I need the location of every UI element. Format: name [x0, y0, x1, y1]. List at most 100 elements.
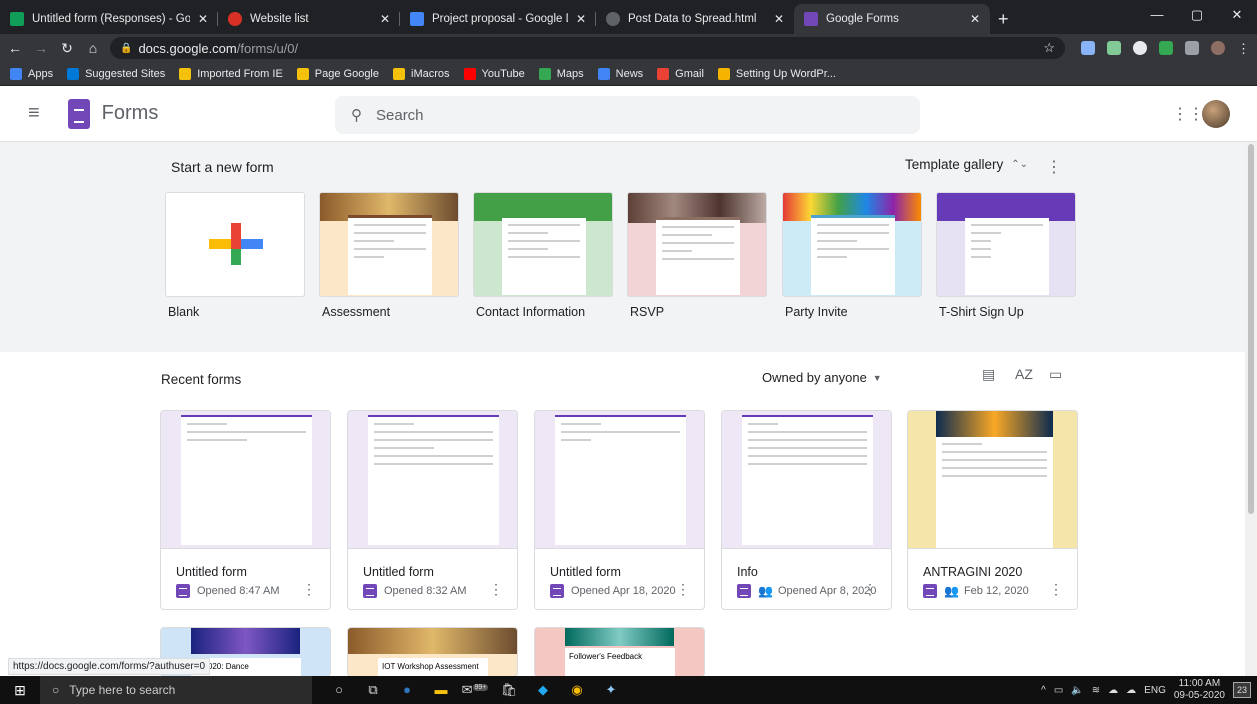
- back-icon[interactable]: ←: [4, 40, 26, 56]
- template-gallery-button[interactable]: Template gallery ⌃⌄: [905, 157, 1028, 172]
- bookmark-youtube[interactable]: YouTube: [463, 67, 525, 80]
- sheets-favicon: [10, 12, 24, 26]
- form-preview: [161, 411, 330, 549]
- search-box[interactable]: ⚲: [335, 96, 920, 134]
- browser-tab[interactable]: Project proposal - Google Docs ✕: [400, 4, 596, 34]
- page-scrollbar[interactable]: [1245, 142, 1257, 676]
- bookmark-maps[interactable]: Maps: [538, 67, 584, 80]
- recent-form-card[interactable]: Follower's Feedback: [534, 627, 705, 677]
- minimize-icon[interactable]: —: [1137, 0, 1177, 30]
- onedrive-icon[interactable]: ☁: [1108, 685, 1118, 696]
- file-explorer-icon[interactable]: ▬: [424, 682, 458, 698]
- template-tshirt-sign-up[interactable]: [936, 192, 1076, 297]
- recent-form-card[interactable]: Untitled form Opened Apr 18, 2020 ⋮: [534, 410, 705, 610]
- maximize-icon[interactable]: ▢: [1177, 0, 1217, 30]
- mail-app-icon[interactable]: ✉ 99+: [458, 682, 492, 698]
- bookmark-suggested-sites[interactable]: Suggested Sites: [67, 67, 165, 80]
- bookmark-apps[interactable]: Apps: [10, 67, 53, 80]
- volume-icon[interactable]: 🔈: [1071, 685, 1083, 696]
- list-view-icon[interactable]: ▤: [982, 366, 995, 383]
- more-options-icon[interactable]: ⋮: [489, 581, 503, 598]
- bookmark-gmail[interactable]: Gmail: [657, 67, 704, 80]
- browser-tab[interactable]: Untitled form (Responses) - Goo ✕: [0, 4, 218, 34]
- more-options-icon[interactable]: ⋮: [676, 581, 690, 598]
- notifications-icon[interactable]: 23: [1233, 682, 1251, 698]
- task-view-icon[interactable]: ⧉: [356, 682, 390, 698]
- store-icon[interactable]: 🛍: [492, 682, 526, 698]
- reload-icon[interactable]: ↻: [56, 40, 78, 57]
- edge-icon[interactable]: ●: [390, 682, 424, 698]
- chrome-icon[interactable]: ◉: [560, 682, 594, 698]
- close-tab-icon[interactable]: ✕: [970, 12, 980, 26]
- browser-tab-active[interactable]: Google Forms ✕: [794, 4, 990, 34]
- home-icon[interactable]: ⌂: [82, 40, 104, 56]
- bookmark-page-google[interactable]: Page Google: [296, 67, 379, 80]
- bookmark-imported-from-ie[interactable]: Imported From IE: [179, 67, 283, 80]
- lock-icon: 🔒: [120, 42, 133, 54]
- new-tab-button[interactable]: +: [998, 4, 1009, 34]
- unfold-icon: ⌃⌄: [1011, 159, 1029, 170]
- account-avatar[interactable]: [1202, 100, 1230, 128]
- vscode-icon[interactable]: ◆: [526, 682, 560, 698]
- form-name: Untitled form: [550, 565, 621, 579]
- taskbar-search[interactable]: ○ Type here to search: [40, 676, 312, 704]
- template-contact-information[interactable]: [473, 192, 613, 297]
- form-meta: 👥 Opened Apr 8, 2020: [737, 584, 876, 598]
- url-bar[interactable]: 🔒 docs.google.com/forms/u/0/ ☆: [110, 37, 1065, 59]
- forms-logo-icon[interactable]: [67, 98, 90, 129]
- section-title: Start a new form: [171, 159, 274, 175]
- language-indicator[interactable]: ENG: [1144, 685, 1166, 696]
- search-input[interactable]: [376, 106, 876, 124]
- bookmark-news[interactable]: News: [597, 67, 643, 80]
- wifi-icon[interactable]: ≋: [1092, 685, 1100, 696]
- extension-icon[interactable]: [1185, 41, 1199, 55]
- bookmark-setting-up-wordpress[interactable]: Setting Up WordPr...: [717, 67, 836, 80]
- close-tab-icon[interactable]: ✕: [576, 12, 586, 26]
- bookmark-imacros[interactable]: iMacros: [393, 67, 450, 80]
- cloud-icon[interactable]: ☁: [1126, 685, 1136, 696]
- windows-start-icon[interactable]: ⊞: [0, 682, 40, 699]
- tray-overflow-icon[interactable]: ^: [1041, 685, 1046, 696]
- form-preview: [908, 411, 1077, 549]
- clock[interactable]: 11:00 AM 09-05-2020: [1174, 678, 1225, 702]
- extension-icon[interactable]: [1107, 41, 1121, 55]
- battery-icon[interactable]: ▭: [1054, 685, 1063, 696]
- forward-icon[interactable]: →: [30, 40, 52, 56]
- profile-avatar-icon[interactable]: [1211, 41, 1225, 55]
- template-rsvp[interactable]: [627, 192, 767, 297]
- more-options-icon[interactable]: ⋮: [863, 581, 877, 598]
- extension-icon[interactable]: [1159, 41, 1173, 55]
- recent-form-card[interactable]: Info 👥 Opened Apr 8, 2020 ⋮: [721, 410, 892, 610]
- main-menu-icon[interactable]: ≡: [28, 102, 40, 125]
- bookmark-star-icon[interactable]: ☆: [1043, 40, 1055, 56]
- browser-tab[interactable]: Post Data to Spread.html ✕: [596, 4, 794, 34]
- more-options-icon[interactable]: ⋮: [1049, 581, 1063, 598]
- recent-form-card[interactable]: Untitled form Opened 8:32 AM ⋮: [347, 410, 518, 610]
- more-options-icon[interactable]: ⋮: [302, 581, 316, 598]
- recent-form-card[interactable]: Untitled form Opened 8:47 AM ⋮: [160, 410, 331, 610]
- apps-grid-icon: [10, 67, 22, 80]
- close-tab-icon[interactable]: ✕: [774, 12, 784, 26]
- more-options-icon[interactable]: ⋮: [1046, 157, 1062, 177]
- close-tab-icon[interactable]: ✕: [380, 12, 390, 26]
- sort-az-icon[interactable]: AZ: [1015, 366, 1033, 382]
- recent-form-card[interactable]: IOT Workshop Assessment: [347, 627, 518, 677]
- search-icon[interactable]: ⚲: [351, 106, 362, 124]
- owner-filter-dropdown[interactable]: Owned by anyone ▼: [762, 370, 882, 385]
- recent-form-card[interactable]: ANTRAGINI 2020 👥 Feb 12, 2020 ⋮: [907, 410, 1078, 610]
- link-status-url: https://docs.google.com/forms/?authuser=…: [8, 658, 211, 675]
- template-blank[interactable]: [165, 192, 305, 297]
- news-icon: [597, 67, 610, 80]
- close-window-icon[interactable]: ✕: [1217, 0, 1257, 30]
- cortana-icon[interactable]: ○: [322, 682, 356, 698]
- template-assessment[interactable]: [319, 192, 459, 297]
- folder-icon[interactable]: ▭: [1049, 366, 1062, 383]
- app-title[interactable]: Forms: [102, 102, 159, 125]
- extension-icon[interactable]: [1133, 41, 1147, 55]
- app-icon[interactable]: ✦: [594, 682, 628, 698]
- close-tab-icon[interactable]: ✕: [198, 12, 208, 26]
- browser-tab[interactable]: Website list ✕: [218, 4, 400, 34]
- chrome-menu-icon[interactable]: ⋮: [1237, 41, 1251, 56]
- extension-icon[interactable]: [1081, 41, 1095, 55]
- template-party-invite[interactable]: [782, 192, 922, 297]
